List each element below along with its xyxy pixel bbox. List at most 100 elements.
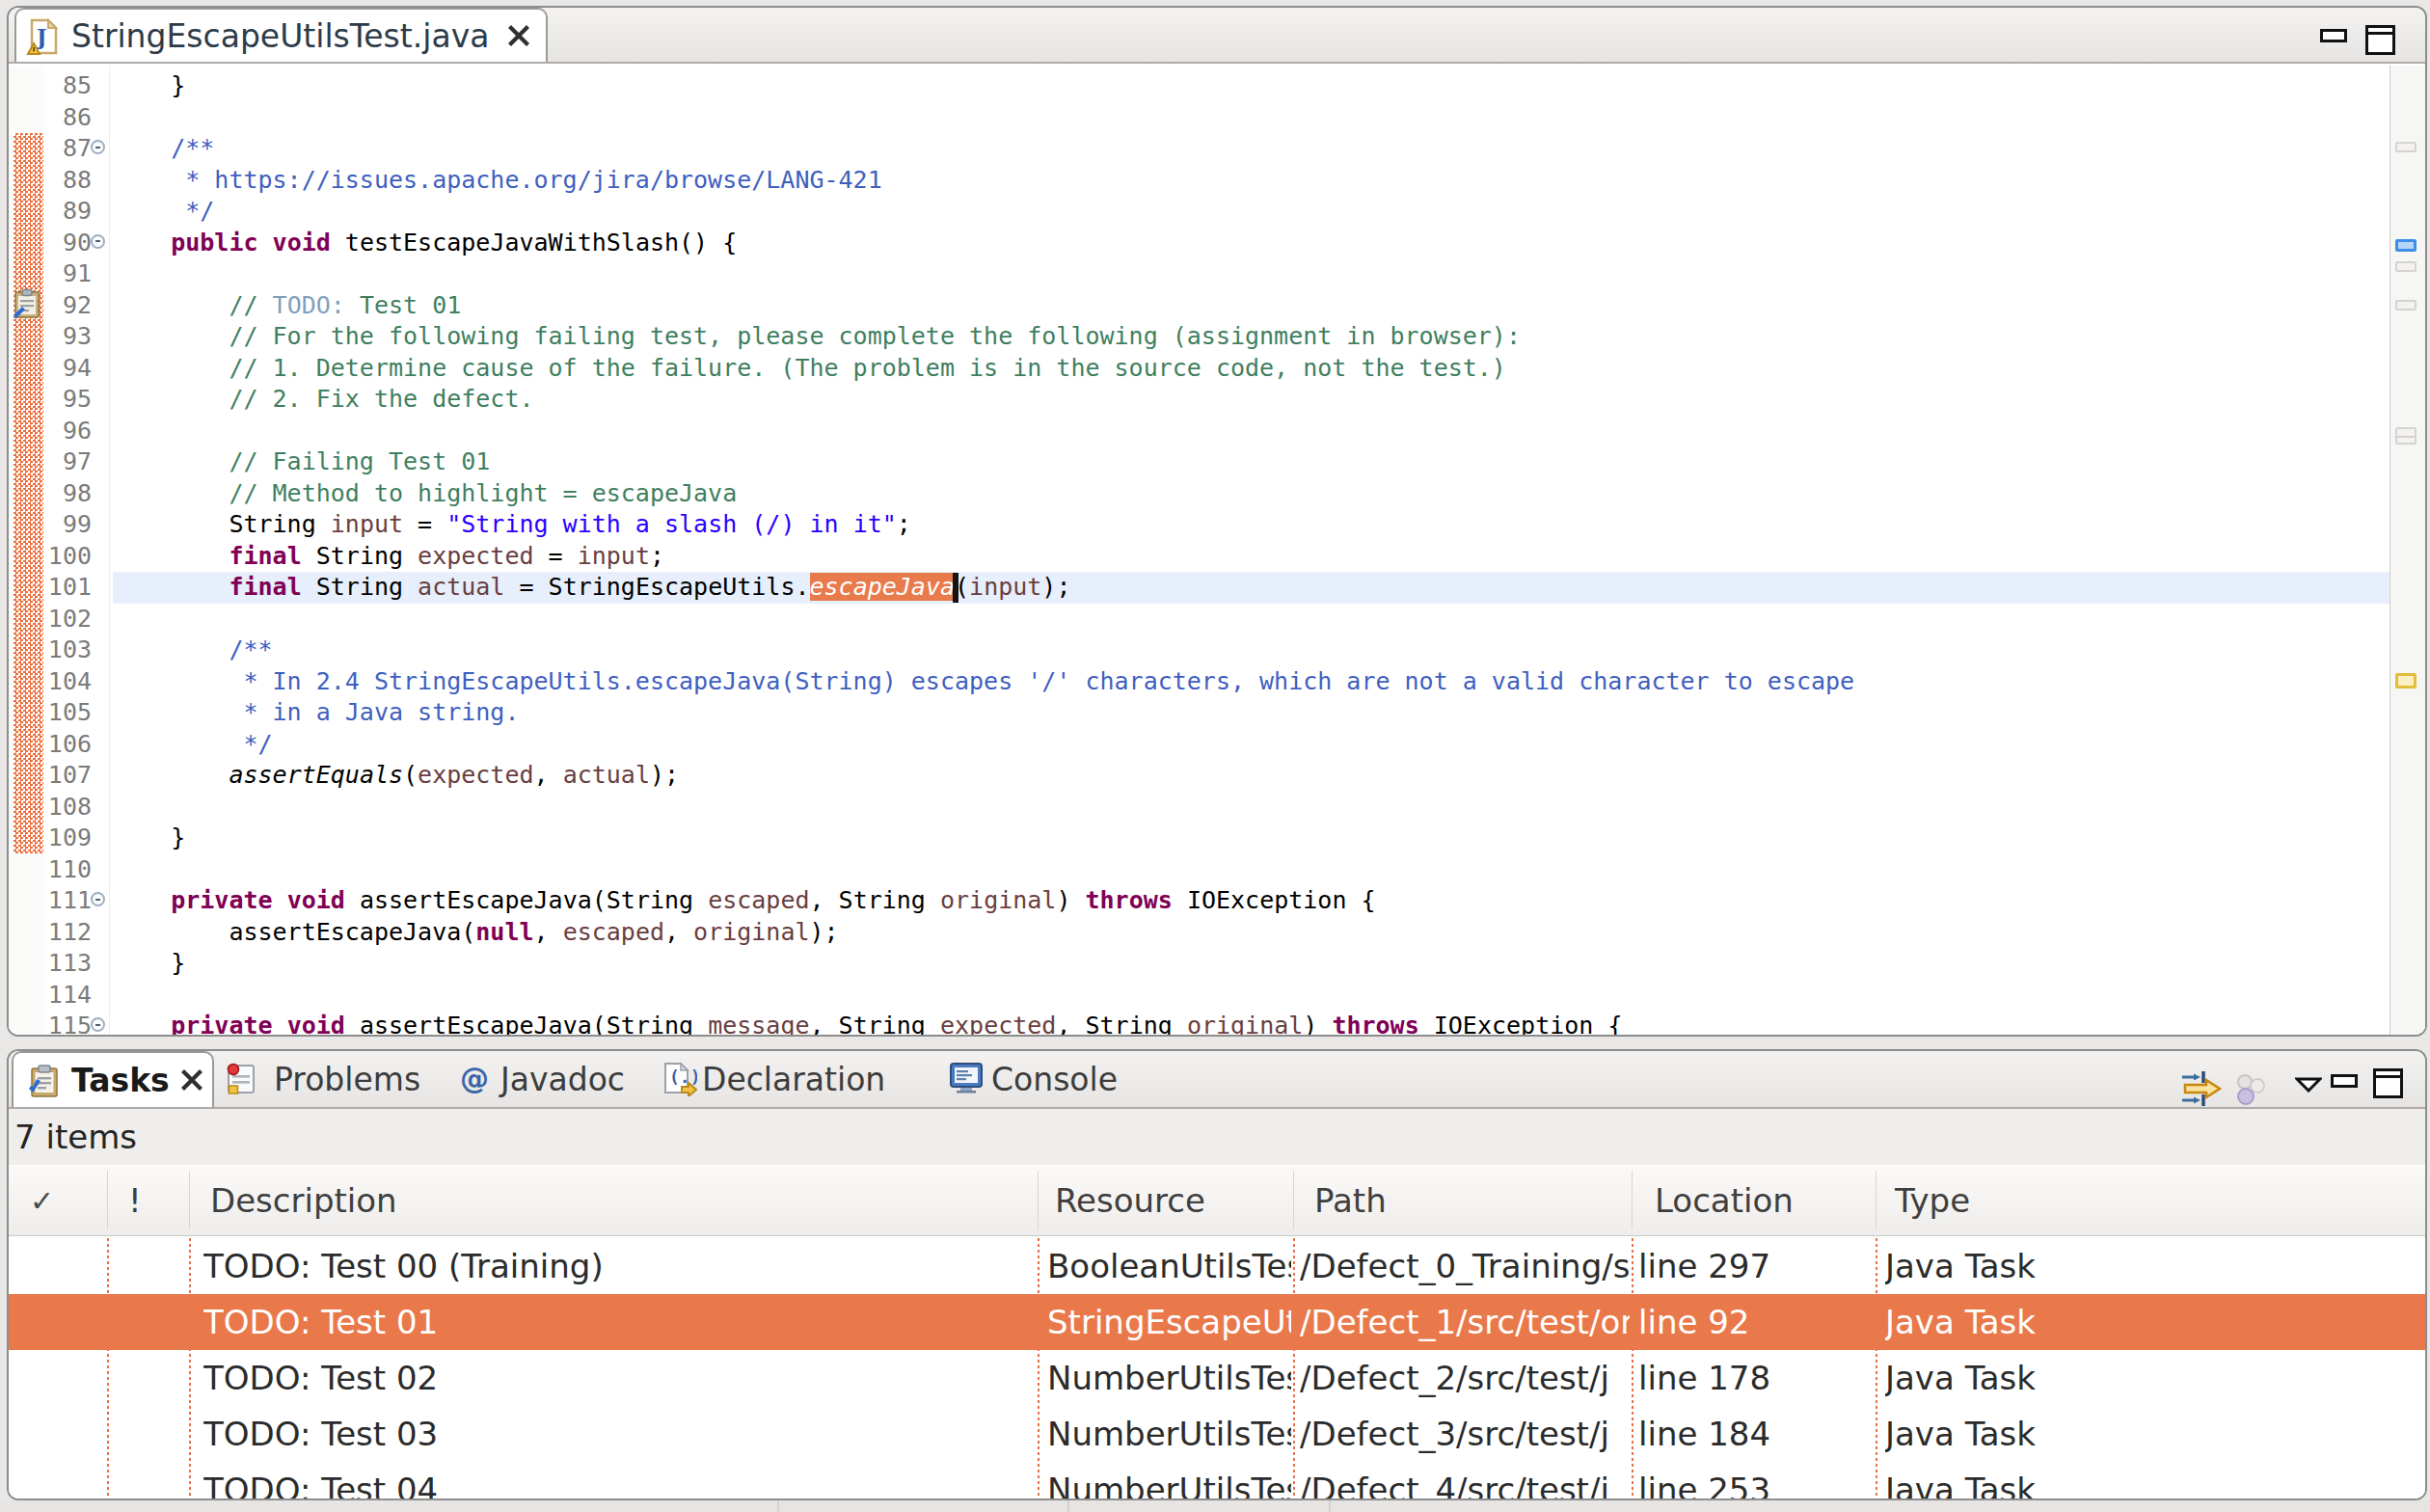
tasks-icon	[27, 1064, 62, 1098]
tab-tasks-close-icon[interactable]	[176, 1064, 208, 1096]
column-header-priority[interactable]: !	[128, 1181, 142, 1220]
fold-collapse-icon-line-90[interactable]	[91, 234, 105, 249]
code-line-94[interactable]: // 1. Determine cause of the failure. (T…	[113, 353, 2390, 385]
tab-tasks[interactable]: Tasks	[12, 1051, 214, 1107]
tasks-table-header[interactable]: ✓! Description Resource Path Location Type	[9, 1165, 2425, 1236]
code-token: , String	[810, 1012, 940, 1035]
code-line-100[interactable]: final String expected = input;	[113, 541, 2390, 573]
console-icon	[949, 1062, 984, 1094]
code-line-104[interactable]: * In 2.4 StringEscapeUtils.escapeJava(St…	[113, 666, 2390, 698]
column-header-type[interactable]: Type	[1895, 1181, 1970, 1220]
code-line-91[interactable]	[113, 258, 2390, 290]
code-token: assertEscapeJava(String	[345, 1012, 708, 1035]
code-line-110[interactable]	[113, 854, 2390, 886]
eclipse-workbench: { "editor": { "tab": { "title": "StringE…	[0, 0, 2430, 1512]
code-line-115[interactable]: private void assertEscapeJava(String mes…	[113, 1011, 2390, 1035]
overview-marker-gray2[interactable]	[2395, 427, 2416, 445]
code-line-107[interactable]: assertEquals(expected, actual);	[113, 760, 2390, 792]
code-line-97[interactable]: // Failing Test 01	[113, 446, 2390, 478]
sash-separator	[1067, 1500, 1069, 1512]
overview-marker-blue[interactable]	[2395, 239, 2416, 252]
code-line-108[interactable]	[113, 792, 2390, 824]
task-marker-icon[interactable]	[13, 288, 43, 319]
code-line-93[interactable]: // For the following failing test, pleas…	[113, 321, 2390, 353]
code-line-102[interactable]	[113, 604, 2390, 635]
task-row-1[interactable]: TODO: Test 01StringEscapeUtilsTest.java/…	[9, 1294, 2425, 1350]
cell-location: line 253	[1638, 1462, 1874, 1500]
column-header-description[interactable]: Description	[210, 1181, 397, 1220]
code-line-103[interactable]: /**	[113, 634, 2390, 666]
code-line-105[interactable]: * in a Java string.	[113, 697, 2390, 729]
code-token: final	[229, 573, 301, 601]
tasks-table-body: TODO: Test 00 (Training)BooleanUtilsTest…	[9, 1236, 2425, 1498]
column-separator[interactable]	[1632, 1171, 1633, 1229]
code-token	[273, 1012, 287, 1035]
column-header-path[interactable]: Path	[1314, 1181, 1387, 1220]
focus-on-task-icon[interactable]	[2181, 1070, 2224, 1107]
code-line-112[interactable]: assertEscapeJava(null, escaped, original…	[113, 917, 2390, 949]
column-separator[interactable]	[1293, 1171, 1294, 1229]
code-token: escapeJava	[810, 573, 956, 601]
editor-tab-close-icon[interactable]	[502, 19, 535, 52]
code-token: escaped	[708, 886, 809, 914]
editor-tab[interactable]: J StringEscapeUtilsTest.java	[14, 8, 548, 62]
tasks-maximize-icon[interactable]	[2373, 1068, 2403, 1098]
code-token: message	[708, 1012, 809, 1035]
code-line-99[interactable]: String input = "String with a slash (/) …	[113, 509, 2390, 541]
code-line-96[interactable]	[113, 416, 2390, 447]
code-token: final	[229, 542, 301, 570]
fold-collapse-icon-line-115[interactable]	[91, 1017, 105, 1032]
code-token: , String	[1056, 1012, 1186, 1035]
view-menu-icon[interactable]	[2295, 1077, 2322, 1093]
code-line-88[interactable]: * https://issues.apache.org/jira/browse/…	[113, 165, 2390, 197]
column-separator[interactable]	[107, 1171, 108, 1229]
code-token: /**	[113, 134, 214, 162]
code-line-111[interactable]: private void assertEscapeJava(String esc…	[113, 885, 2390, 917]
task-row-2[interactable]: TODO: Test 02NumberUtilsTest.java/Defect…	[9, 1350, 2425, 1406]
code-token: /**	[113, 635, 273, 663]
column-header-location[interactable]: Location	[1655, 1181, 1794, 1220]
code-area[interactable]: } /** * https://issues.apache.org/jira/b…	[113, 66, 2390, 1035]
bottom-sash[interactable]	[0, 1500, 2430, 1512]
code-token: */	[113, 730, 273, 758]
maximize-icon[interactable]	[2365, 25, 2395, 55]
task-row-3[interactable]: TODO: Test 03NumberUtilsTest.java/Defect…	[9, 1406, 2425, 1462]
code-token: actual	[418, 573, 504, 601]
code-token: assertEquals	[229, 761, 403, 789]
overview-ruler[interactable]	[2390, 66, 2425, 1035]
code-line-89[interactable]: */	[113, 196, 2390, 228]
code-line-90[interactable]: public void testEscapeJavaWithSlash() {	[113, 228, 2390, 259]
code-line-114[interactable]	[113, 980, 2390, 1012]
code-line-92[interactable]: // TODO: Test 01	[113, 290, 2390, 322]
code-line-101[interactable]: final String actual = StringEscapeUtils.…	[113, 572, 2390, 604]
tasks-minimize-icon[interactable]	[2331, 1074, 2358, 1088]
code-token: String	[302, 542, 418, 570]
column-separator[interactable]	[1038, 1171, 1039, 1229]
cell-location: line 184	[1638, 1406, 1874, 1462]
code-line-95[interactable]: // 2. Fix the defect.	[113, 384, 2390, 416]
code-line-113[interactable]: }	[113, 948, 2390, 980]
code-line-87[interactable]: /**	[113, 133, 2390, 165]
task-row-4[interactable]: TODO: Test 04NumberUtilsTest.java/Defect…	[9, 1462, 2425, 1500]
overview-marker-gray[interactable]	[2395, 300, 2416, 310]
code-line-86[interactable]	[113, 102, 2390, 134]
code-line-85[interactable]: }	[113, 70, 2390, 102]
task-row-0[interactable]: TODO: Test 00 (Training)BooleanUtilsTest…	[9, 1238, 2425, 1294]
code-line-109[interactable]: }	[113, 823, 2390, 854]
column-header-completed[interactable]: ✓	[30, 1183, 54, 1217]
annotation-ruler[interactable]	[9, 66, 44, 1035]
overview-marker-gray[interactable]	[2395, 261, 2416, 272]
code-line-98[interactable]: // Method to highlight = escapeJava	[113, 478, 2390, 510]
code-token: ;	[897, 510, 911, 538]
overview-marker-gold[interactable]	[2395, 673, 2416, 688]
column-header-resource[interactable]: Resource	[1055, 1181, 1205, 1220]
cell-path: /Defect_3/src/test/j	[1300, 1406, 1630, 1462]
code-line-106[interactable]: */	[113, 729, 2390, 761]
overview-marker-gray[interactable]	[2395, 142, 2416, 152]
minimize-icon[interactable]	[2320, 29, 2347, 42]
categorize-icon-disabled[interactable]	[2234, 1074, 2267, 1105]
code-token: // For the following failing test, pleas…	[113, 322, 1521, 350]
fold-collapse-icon-line-111[interactable]	[91, 892, 105, 906]
fold-collapse-icon-line-87[interactable]	[91, 140, 105, 154]
column-separator[interactable]	[189, 1171, 190, 1229]
